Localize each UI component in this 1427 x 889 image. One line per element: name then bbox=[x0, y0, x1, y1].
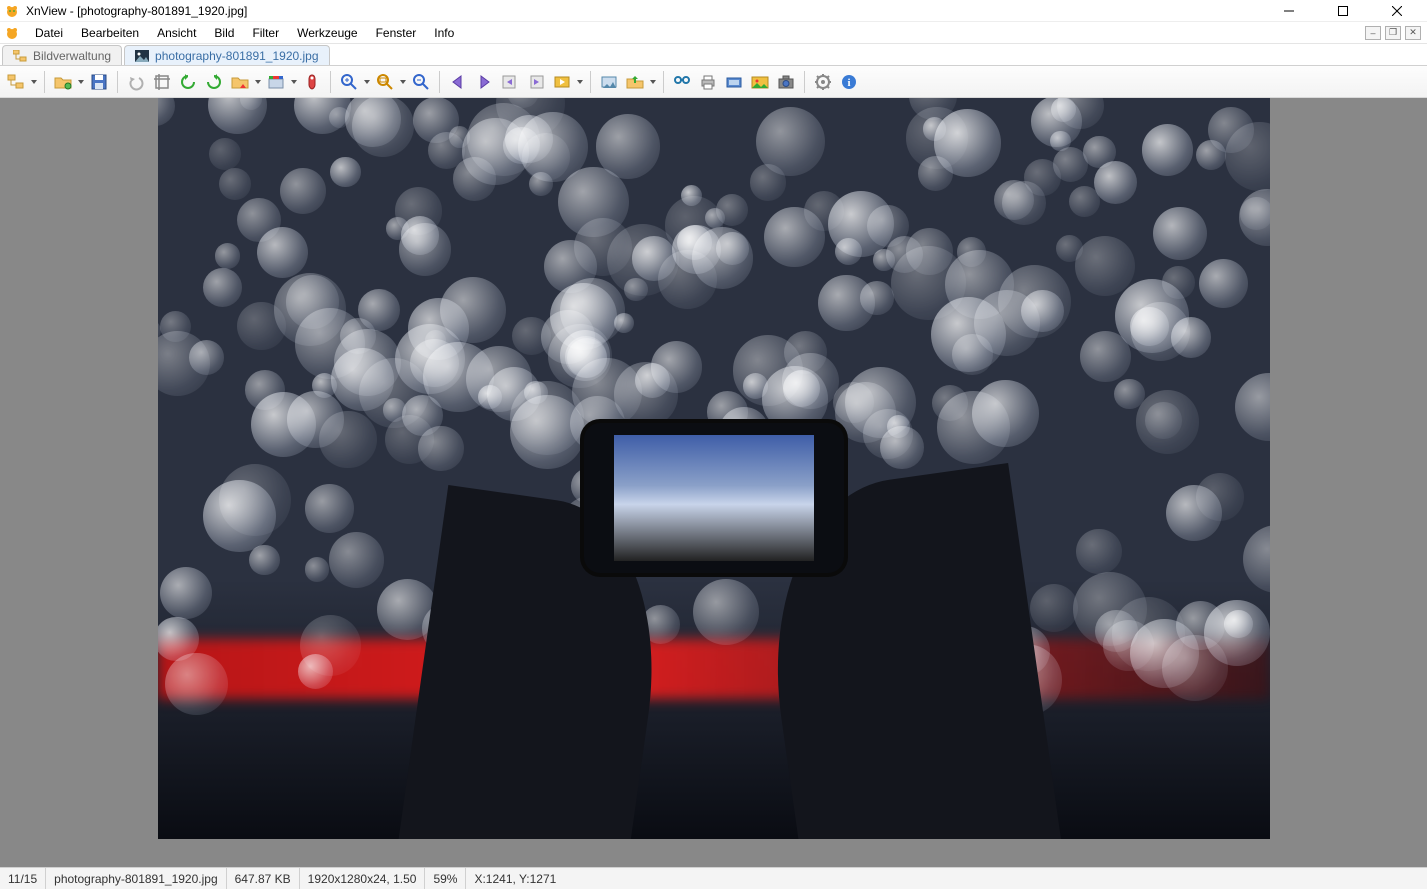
slideshow-button[interactable] bbox=[550, 70, 574, 94]
title-bar: XnView - [photography-801891_1920.jpg] bbox=[0, 0, 1427, 22]
mdi-restore-button[interactable]: ❐ bbox=[1385, 26, 1401, 40]
app-icon bbox=[4, 3, 20, 19]
toolbar: i bbox=[0, 66, 1427, 98]
effects-dropdown[interactable] bbox=[290, 70, 298, 94]
browse-dropdown[interactable] bbox=[30, 70, 38, 94]
rotate-left-button[interactable] bbox=[176, 70, 200, 94]
tab-bar: Bildverwaltung photography-801891_1920.j… bbox=[0, 44, 1427, 66]
tab-browser[interactable]: Bildverwaltung bbox=[2, 45, 122, 65]
zoom-out-button[interactable] bbox=[409, 70, 433, 94]
convert-dropdown[interactable] bbox=[254, 70, 262, 94]
print-button[interactable] bbox=[696, 70, 720, 94]
wallpaper-button[interactable] bbox=[748, 70, 772, 94]
save-button[interactable] bbox=[87, 70, 111, 94]
status-coords: X:1241, Y:1271 bbox=[466, 868, 564, 889]
effects-button[interactable] bbox=[264, 70, 288, 94]
menu-datei[interactable]: Datei bbox=[26, 23, 72, 43]
close-button[interactable] bbox=[1379, 1, 1415, 21]
undo-button[interactable] bbox=[124, 70, 148, 94]
separator bbox=[44, 71, 45, 93]
mdi-controls: ‒ ❐ ✕ bbox=[1365, 26, 1421, 40]
open-button[interactable] bbox=[51, 70, 75, 94]
info-button[interactable]: i bbox=[837, 70, 861, 94]
zoom-in-button[interactable] bbox=[337, 70, 361, 94]
separator bbox=[439, 71, 440, 93]
separator bbox=[804, 71, 805, 93]
settings-button[interactable] bbox=[811, 70, 835, 94]
menu-werkzeuge[interactable]: Werkzeuge bbox=[288, 23, 366, 43]
app-icon-small bbox=[4, 25, 20, 41]
rotate-right-button[interactable] bbox=[202, 70, 226, 94]
separator bbox=[663, 71, 664, 93]
status-zoom: 59% bbox=[425, 868, 466, 889]
open-dropdown[interactable] bbox=[77, 70, 85, 94]
status-index: 11/15 bbox=[0, 868, 46, 889]
status-dimensions: 1920x1280x24, 1.50 bbox=[300, 868, 426, 889]
menu-ansicht[interactable]: Ansicht bbox=[148, 23, 205, 43]
convert-button[interactable] bbox=[228, 70, 252, 94]
scan-button[interactable] bbox=[722, 70, 746, 94]
zoom-fit-button[interactable] bbox=[373, 70, 397, 94]
crop-button[interactable] bbox=[150, 70, 174, 94]
export-dropdown[interactable] bbox=[649, 70, 657, 94]
menu-bar: Datei Bearbeiten Ansicht Bild Filter Wer… bbox=[0, 22, 1427, 44]
mdi-close-button[interactable]: ✕ bbox=[1405, 26, 1421, 40]
search-button[interactable] bbox=[670, 70, 694, 94]
svg-text:i: i bbox=[847, 77, 850, 89]
window-controls bbox=[1271, 1, 1415, 21]
image-file-icon bbox=[135, 50, 149, 62]
tab-image[interactable]: photography-801891_1920.jpg bbox=[124, 45, 329, 65]
menu-filter[interactable]: Filter bbox=[243, 23, 288, 43]
prev-page-button[interactable] bbox=[498, 70, 522, 94]
next-page-button[interactable] bbox=[524, 70, 548, 94]
menu-info[interactable]: Info bbox=[425, 23, 463, 43]
separator bbox=[117, 71, 118, 93]
tag-button[interactable] bbox=[300, 70, 324, 94]
status-bar: 11/15 photography-801891_1920.jpg 647.87… bbox=[0, 867, 1427, 889]
maximize-button[interactable] bbox=[1325, 1, 1361, 21]
prev-button[interactable] bbox=[446, 70, 470, 94]
capture-button[interactable] bbox=[774, 70, 798, 94]
fullscreen-button[interactable] bbox=[597, 70, 621, 94]
image-canvas bbox=[158, 98, 1270, 839]
menu-bearbeiten[interactable]: Bearbeiten bbox=[72, 23, 148, 43]
zoom-fit-dropdown[interactable] bbox=[399, 70, 407, 94]
zoom-in-dropdown[interactable] bbox=[363, 70, 371, 94]
viewport[interactable] bbox=[0, 98, 1427, 867]
status-filename: photography-801891_1920.jpg bbox=[46, 868, 226, 889]
separator bbox=[590, 71, 591, 93]
browse-button[interactable] bbox=[4, 70, 28, 94]
next-button[interactable] bbox=[472, 70, 496, 94]
export-button[interactable] bbox=[623, 70, 647, 94]
tab-image-label: photography-801891_1920.jpg bbox=[155, 49, 318, 63]
separator bbox=[330, 71, 331, 93]
menu-bild[interactable]: Bild bbox=[205, 23, 243, 43]
tab-browser-label: Bildverwaltung bbox=[33, 49, 111, 63]
slideshow-dropdown[interactable] bbox=[576, 70, 584, 94]
folder-tree-icon bbox=[13, 50, 27, 62]
window-title: XnView - [photography-801891_1920.jpg] bbox=[26, 4, 1271, 18]
menu-fenster[interactable]: Fenster bbox=[367, 23, 426, 43]
status-filesize: 647.87 KB bbox=[227, 868, 300, 889]
mdi-minimize-button[interactable]: ‒ bbox=[1365, 26, 1381, 40]
minimize-button[interactable] bbox=[1271, 1, 1307, 21]
